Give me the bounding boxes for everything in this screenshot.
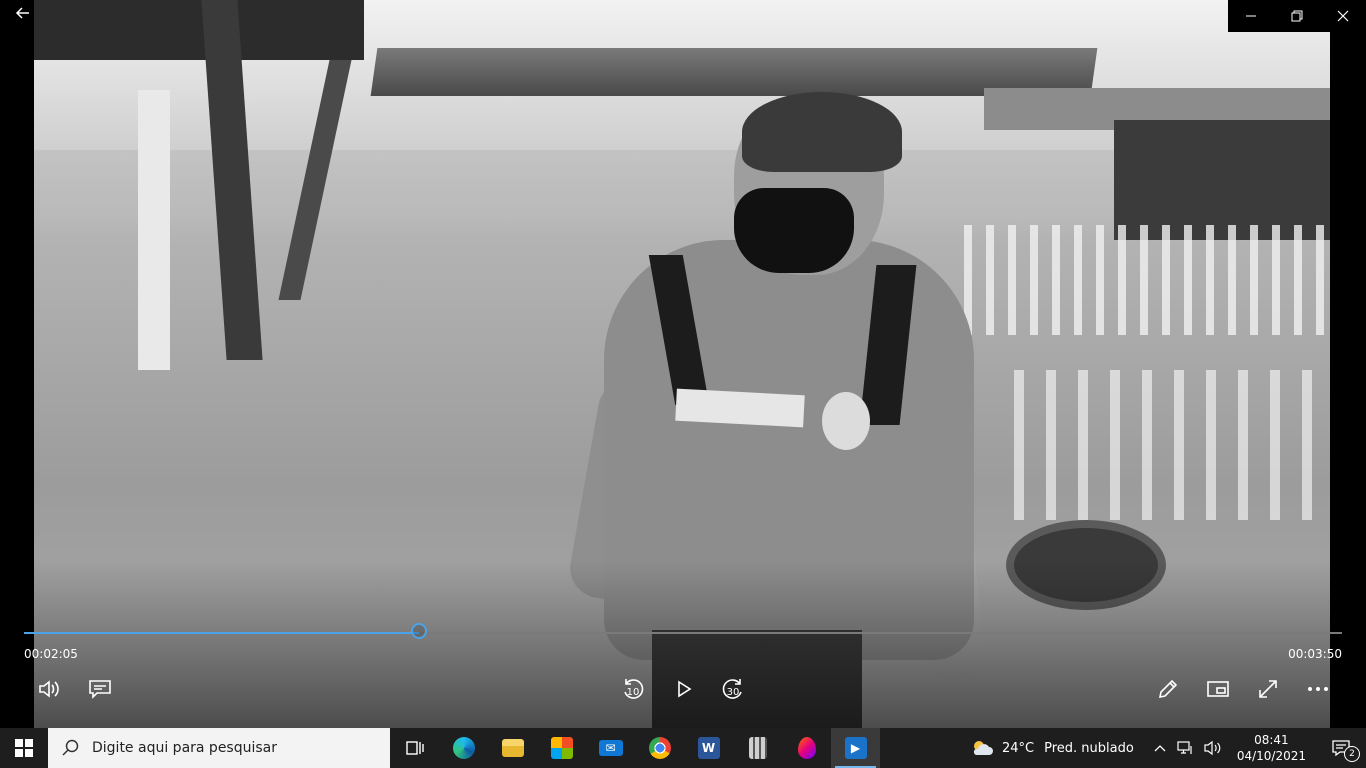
taskbar-chrome[interactable] — [635, 728, 684, 768]
restore-button[interactable] — [1274, 0, 1320, 32]
seek-bar-progress — [24, 632, 419, 634]
taskbar-search[interactable] — [48, 728, 390, 768]
more-options-button[interactable] — [1304, 675, 1332, 703]
store-icon — [550, 737, 573, 759]
word-icon: W — [697, 737, 720, 759]
volume-tray-button[interactable] — [1199, 728, 1227, 768]
pencil-icon — [1158, 679, 1178, 699]
search-icon — [62, 739, 79, 756]
notification-count: 2 — [1344, 746, 1360, 762]
expand-icon — [1259, 680, 1277, 698]
weather-widget[interactable]: 24°C Pred. nublado — [965, 728, 1139, 768]
calculator-icon — [748, 737, 767, 759]
taskbar-microsoft-store[interactable] — [537, 728, 586, 768]
system-tray: 24°C Pred. nublado 08:41 04/10/2021 2 — [965, 728, 1366, 768]
seek-bar-thumb[interactable] — [411, 623, 427, 639]
video-frame[interactable] — [34, 0, 1330, 728]
taskbar: ✉ W ▶ 24°C Pred. nublado 08:41 04/10/202… — [0, 728, 1366, 768]
time-elapsed: 00:02:05 — [24, 647, 78, 661]
skip-forward-seconds: 30 — [726, 687, 740, 698]
network-button[interactable] — [1171, 728, 1199, 768]
fullscreen-button[interactable] — [1254, 675, 1282, 703]
taskbar-edge[interactable] — [439, 728, 488, 768]
search-input[interactable] — [90, 739, 374, 757]
subtitles-button[interactable] — [86, 675, 114, 703]
taskbar-word[interactable]: W — [684, 728, 733, 768]
skip-back-seconds: 10 — [626, 687, 640, 698]
scene-shirt-badge — [822, 392, 870, 450]
show-hidden-icons-button[interactable] — [1149, 728, 1171, 768]
scene-shirt-logo — [675, 388, 805, 428]
close-icon — [1337, 10, 1349, 22]
taskbar-paint-3d[interactable] — [782, 728, 831, 768]
movies-tv-icon: ▶ — [844, 737, 867, 759]
speaker-icon — [1204, 740, 1221, 756]
taskbar-calculator[interactable] — [733, 728, 782, 768]
mini-view-icon — [1207, 681, 1229, 697]
minimize-button[interactable] — [1228, 0, 1274, 32]
weather-temperature: 24°C — [1002, 740, 1035, 756]
taskbar-mail[interactable]: ✉ — [586, 728, 635, 768]
play-icon — [678, 680, 692, 698]
clock[interactable]: 08:41 04/10/2021 — [1227, 728, 1316, 768]
volume-button[interactable] — [36, 675, 64, 703]
windows-logo-icon — [15, 739, 33, 757]
scene-fence — [964, 225, 1330, 335]
minimize-icon — [1246, 15, 1256, 17]
play-button[interactable] — [670, 675, 698, 703]
scene-fence — [1014, 370, 1330, 520]
subtitles-icon — [89, 680, 111, 699]
scene-roof-left — [34, 0, 364, 60]
task-view-icon — [405, 741, 424, 755]
seek-bar[interactable] — [24, 623, 1342, 639]
taskbar-movies-and-tv[interactable]: ▶ — [831, 728, 880, 768]
back-arrow-icon — [15, 7, 29, 19]
clock-date: 04/10/2021 — [1236, 749, 1306, 763]
start-button[interactable] — [0, 728, 48, 768]
taskbar-file-explorer[interactable] — [488, 728, 537, 768]
close-button[interactable] — [1320, 0, 1366, 32]
edit-button[interactable] — [1154, 675, 1182, 703]
scene-face-mask — [734, 188, 854, 273]
time-total: 00:03:50 — [1288, 647, 1342, 661]
more-options-icon — [1307, 686, 1328, 692]
scene-pillar — [138, 90, 170, 370]
cloudy-weather-icon — [973, 741, 993, 755]
skip-forward-button[interactable]: 30 — [718, 675, 748, 703]
paint-3d-icon — [797, 737, 816, 759]
volume-icon — [39, 680, 59, 698]
folder-icon — [501, 739, 524, 757]
taskbar-task-view[interactable] — [390, 728, 439, 768]
network-icon — [1177, 741, 1192, 754]
weather-description: Pred. nublado — [1044, 740, 1134, 756]
scene-person-hair — [742, 92, 902, 172]
chrome-icon — [648, 737, 671, 759]
window-controls — [1228, 0, 1366, 32]
chevron-up-icon — [1154, 745, 1166, 752]
action-center-button[interactable]: 2 — [1316, 728, 1366, 768]
edge-icon — [452, 737, 475, 759]
skip-back-button[interactable]: 10 — [618, 675, 648, 703]
restore-icon — [1291, 10, 1303, 22]
clock-time: 08:41 — [1254, 733, 1289, 747]
back-button[interactable] — [8, 4, 38, 28]
mini-view-button[interactable] — [1204, 675, 1232, 703]
mail-icon: ✉ — [598, 740, 623, 756]
